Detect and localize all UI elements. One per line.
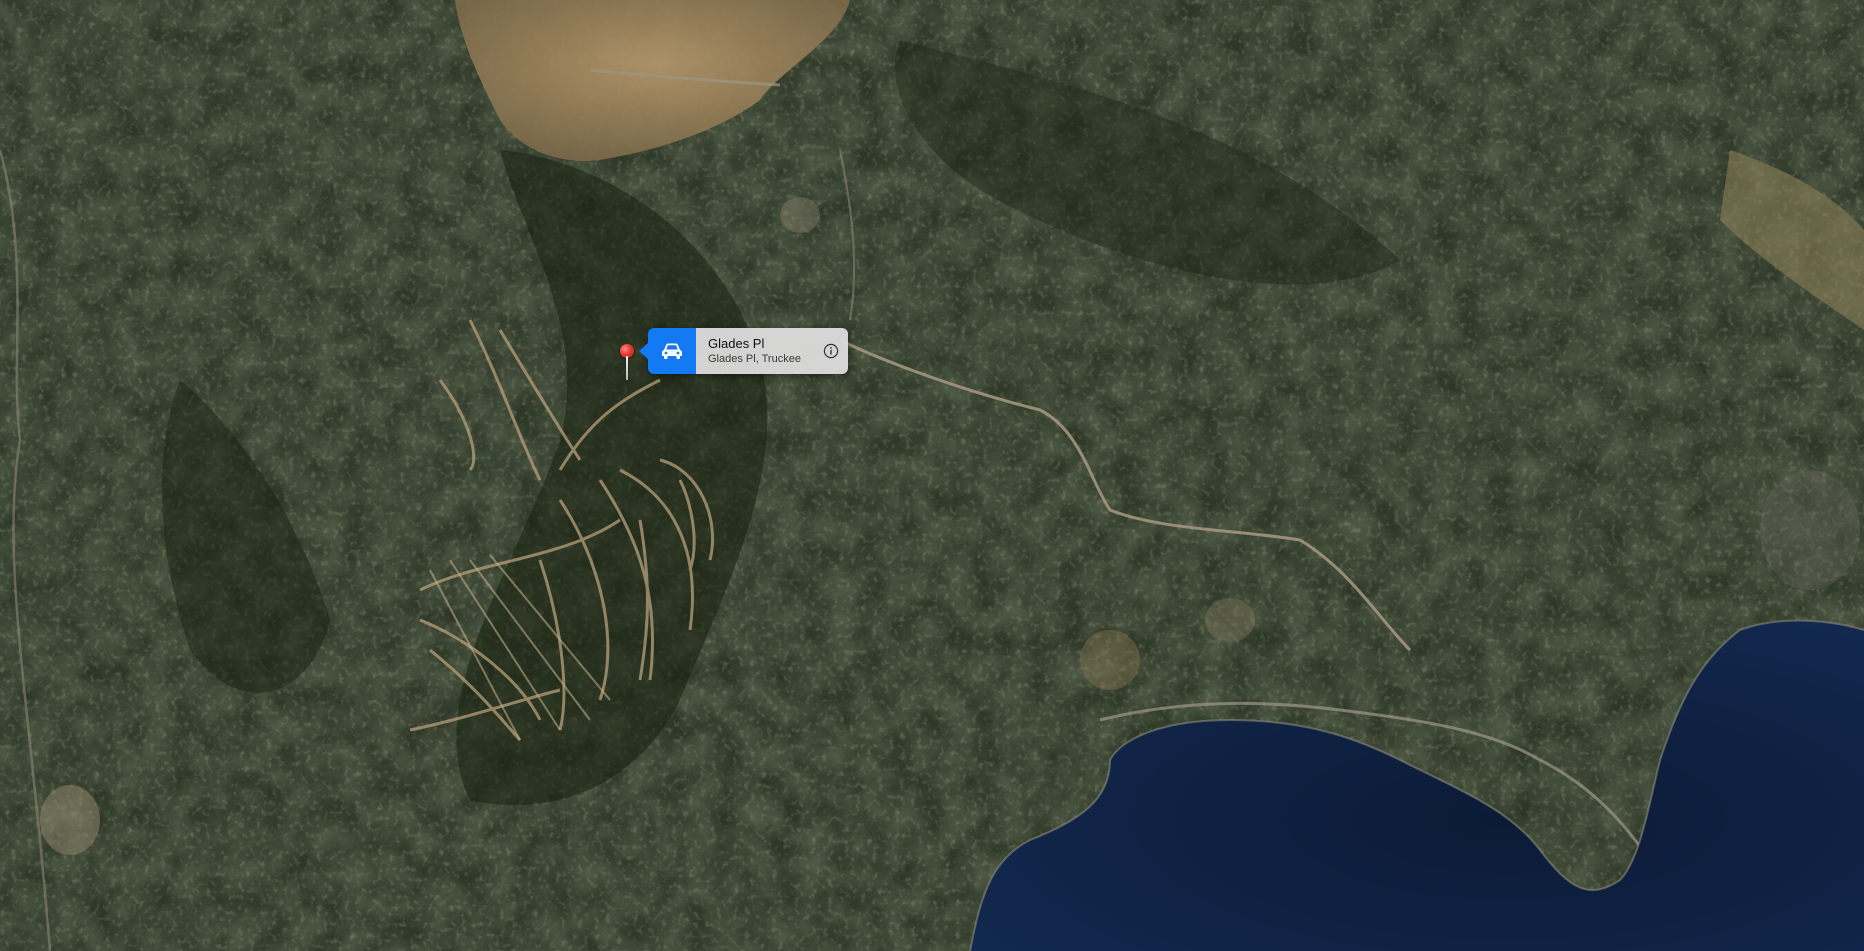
pin-needle — [626, 356, 628, 380]
info-button[interactable] — [822, 342, 840, 360]
place-title: Glades Pl — [708, 336, 765, 351]
callout-body[interactable]: Glades Pl Glades Pl, Truckee — [696, 328, 848, 374]
callout-pointer — [639, 342, 649, 360]
directions-button[interactable] — [648, 328, 696, 374]
satellite-map[interactable]: Glades Pl Glades Pl, Truckee — [0, 0, 1864, 951]
satellite-imagery — [0, 0, 1864, 951]
car-icon — [662, 343, 682, 359]
info-circle-icon — [823, 343, 839, 359]
location-callout: Glades Pl Glades Pl, Truckee — [639, 328, 848, 374]
place-address: Glades Pl, Truckee — [708, 353, 801, 365]
location-pin[interactable] — [620, 344, 634, 382]
